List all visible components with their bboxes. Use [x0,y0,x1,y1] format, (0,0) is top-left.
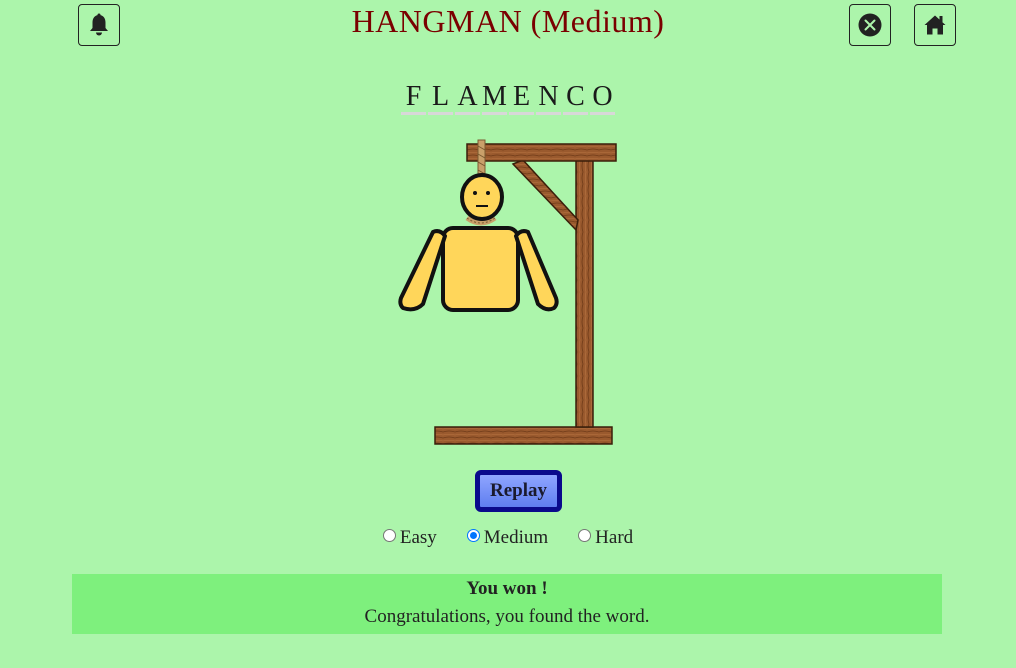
difficulty-selector: Easy Medium Hard [0,527,1016,549]
result-banner: You won ! Congratulations, you found the… [72,574,942,634]
gallows-brace [511,159,579,232]
radio-easy[interactable] [382,528,396,542]
result-message: Congratulations, you found the word. [364,606,650,627]
hangman-left-arm [398,229,447,312]
result-title: You won ! [466,578,548,599]
hangman-body [441,226,520,312]
hangman-right-arm [514,229,559,312]
level-option-medium[interactable]: Medium [466,527,549,549]
level-label: Medium [483,527,549,548]
word-letter: F [401,82,426,115]
replay-button[interactable]: Replay [475,470,562,512]
level-option-hard[interactable]: Hard [578,527,633,549]
word-letter: E [509,82,534,115]
radio-medium[interactable] [466,528,480,542]
gallows-beam [466,143,617,162]
gallows-post [575,159,594,428]
word-letter: M [482,82,507,115]
radio-hard[interactable] [578,528,592,542]
hangman-right-eye [486,191,490,195]
hangman-drawing [398,139,617,445]
word-display: F L A M E N C O [0,82,1016,115]
word-letter: L [428,82,453,115]
close-circle-icon [858,13,882,37]
hangman-head [460,173,504,221]
close-button[interactable] [849,4,891,46]
word-letter: O [590,82,615,115]
word-letter: N [536,82,561,115]
level-label: Easy [399,527,437,548]
word-letter: A [455,82,480,115]
level-label: Hard [595,527,634,548]
gallows-base [434,426,613,445]
home-button[interactable] [914,4,956,46]
level-option-easy[interactable]: Easy [382,527,437,549]
home-icon [924,15,946,35]
word-letter: C [563,82,588,115]
hangman-left-eye [473,191,477,195]
